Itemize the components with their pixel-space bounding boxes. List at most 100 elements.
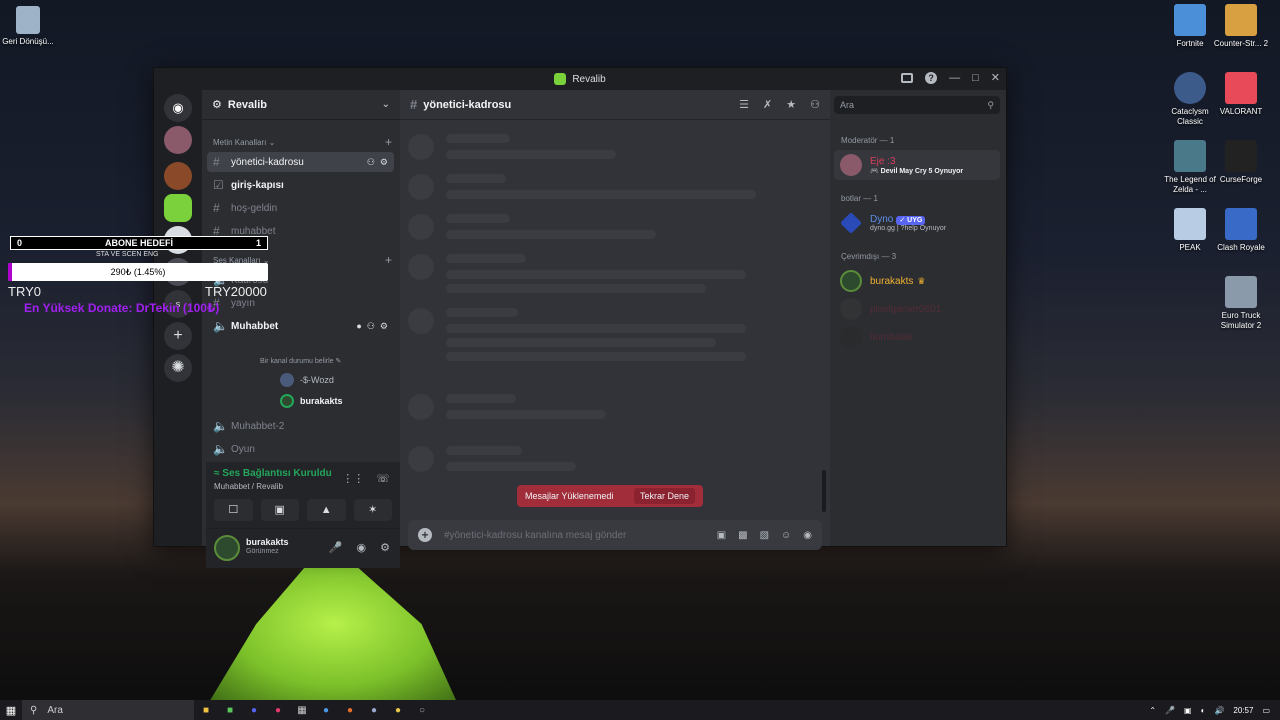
chat-icon[interactable]: ●: [356, 321, 361, 332]
retry-button[interactable]: Tekrar Dene: [633, 488, 695, 504]
desktop-icon-curseforge[interactable]: CurseForge: [1213, 140, 1269, 185]
channel-hos-geldin[interactable]: # hoş-geldin: [207, 198, 394, 218]
server-header[interactable]: ⚙ Revalib ⌄: [202, 90, 400, 120]
network-icon[interactable]: ▣: [1184, 706, 1192, 715]
add-server-icon[interactable]: +: [164, 322, 192, 350]
pin-icon[interactable]: ★: [786, 98, 796, 111]
channel-label: Muhabbet-2: [231, 420, 285, 432]
app-taskbar-icon[interactable]: ●: [314, 705, 338, 716]
clock[interactable]: 20:57: [1233, 706, 1253, 715]
activities-button[interactable]: ▲: [307, 499, 346, 521]
message-composer[interactable]: + #yönetici-kadrosu kanalına mesaj gönde…: [408, 520, 822, 550]
soundboard-button[interactable]: ✶: [353, 499, 392, 521]
channel-settings-icon[interactable]: ⚙: [380, 157, 388, 168]
discord-taskbar-icon[interactable]: ●: [242, 705, 266, 716]
desktop-icon-clash-royale[interactable]: Clash Royale: [1213, 208, 1269, 253]
screen-share-button[interactable]: ▣: [260, 499, 299, 521]
threads-icon[interactable]: ☰: [739, 98, 749, 111]
desktop-icon-zelda[interactable]: The Legend of Zelda - ...: [1162, 140, 1218, 195]
euro-truck-icon: [1225, 276, 1257, 308]
noise-suppression-icon[interactable]: ⋮⋮: [342, 472, 364, 485]
maximize-button[interactable]: □: [972, 72, 979, 84]
member-row[interactable]: Dyno ✓ UYG dyno.gg | ?help Oynuyor: [834, 208, 1000, 238]
help-icon[interactable]: ?: [925, 71, 938, 84]
sticker-icon[interactable]: ▧: [760, 530, 769, 541]
voice-channel-path[interactable]: Muhabbet / Revalib: [214, 482, 283, 491]
volume-icon[interactable]: 🔊: [1214, 706, 1224, 715]
voice-channel-oyun[interactable]: 🔈 Oyun: [207, 439, 394, 459]
steam-icon[interactable]: ●: [362, 705, 386, 716]
close-button[interactable]: ✕: [991, 71, 1000, 84]
gif-icon[interactable]: ▩: [738, 530, 747, 541]
text-category[interactable]: Metin Kanalları ⌄: [213, 138, 275, 147]
wifi-icon[interactable]: ◐: [1201, 706, 1206, 715]
member-row[interactable]: burakakts ♛: [834, 266, 1000, 296]
headphones-icon[interactable]: ◉: [357, 541, 367, 554]
channel-settings-icon[interactable]: ⚙: [380, 321, 388, 332]
attach-icon[interactable]: +: [418, 528, 432, 542]
server-icon[interactable]: [164, 126, 192, 154]
voice-status-setter[interactable]: Bir kanal durumu belirle ✎: [260, 357, 341, 365]
member-row[interactable]: pixelgamer0601: [834, 294, 1000, 324]
chrome-icon[interactable]: ●: [386, 705, 410, 716]
add-channel-icon[interactable]: +: [385, 135, 392, 149]
app-taskbar-icon[interactable]: ○: [410, 705, 434, 716]
member-list-icon[interactable]: ⚇: [810, 98, 820, 111]
desktop-icon-label: Euro Truck Simulator 2: [1220, 311, 1262, 330]
store-icon[interactable]: ■: [218, 705, 242, 716]
user-settings-icon[interactable]: ⚙: [380, 541, 390, 554]
camera-off-button[interactable]: ☐: [214, 499, 253, 521]
desktop-icon-cataclysm[interactable]: Cataclysm Classic: [1162, 72, 1218, 127]
channel-yonetici-kadrosu[interactable]: # yönetici-kadrosu ⚇ ⚙: [207, 152, 394, 172]
voice-channel-muhabbet[interactable]: 🔈 Muhabbet ● ⚇ ⚙: [207, 316, 394, 336]
inbox-icon[interactable]: [901, 72, 914, 83]
firefox-icon[interactable]: ●: [338, 705, 362, 716]
dyno-avatar: [840, 212, 862, 234]
desktop-icon-fortnite[interactable]: Fortnite: [1162, 4, 1218, 49]
channel-giris-kapisi[interactable]: ☑ giriş-kapısı: [207, 175, 394, 195]
user-name[interactable]: burakakts: [246, 537, 289, 547]
discover-icon[interactable]: ✺: [164, 354, 192, 382]
skeleton-line: [446, 308, 518, 317]
microphone-tray-icon[interactable]: 🎤: [1165, 706, 1175, 715]
taskbar-search[interactable]: ⚲ Ara: [22, 700, 194, 720]
app-taskbar-icon[interactable]: ▦: [290, 705, 314, 716]
user-avatar[interactable]: [214, 535, 240, 561]
minimize-button[interactable]: —: [949, 72, 960, 84]
tray-chevron-icon[interactable]: ⌃: [1149, 706, 1156, 715]
disconnect-icon[interactable]: ☏: [376, 472, 390, 485]
gift-icon[interactable]: ▣: [717, 530, 726, 541]
voice-connected-label[interactable]: ≈ Ses Bağlantısı Kuruldu: [214, 468, 332, 479]
add-channel-icon[interactable]: +: [385, 253, 392, 267]
file-explorer-icon[interactable]: ■: [194, 705, 218, 716]
apps-icon[interactable]: ◉: [803, 530, 812, 541]
app-taskbar-icon[interactable]: ●: [266, 705, 290, 716]
speaker-icon: 🔈: [213, 319, 228, 333]
discord-home-icon[interactable]: ◉: [164, 94, 192, 122]
windows-start-icon[interactable]: ▦: [0, 704, 22, 717]
server-icon[interactable]: [164, 162, 192, 190]
server-icon-revalib[interactable]: [164, 194, 192, 222]
search-input[interactable]: Ara ⚲: [834, 96, 1000, 114]
notification-icon[interactable]: ▭: [1262, 706, 1270, 715]
member-list: Ara ⚲ Moderatör — 1 Eje :3 🎮 Devil May C…: [830, 90, 1006, 546]
server-list: ◉ s + ✺: [154, 90, 202, 546]
desktop-icon-recycle-bin[interactable]: Geri Dönüşü...: [0, 6, 56, 47]
member-row[interactable]: Eje :3 🎮 Devil May Cry 5 Oynuyor: [834, 150, 1000, 180]
desktop-icon-valorant[interactable]: VALORANT: [1213, 72, 1269, 117]
invite-icon[interactable]: ⚇: [367, 321, 375, 332]
microphone-icon[interactable]: 🎤: [329, 541, 343, 554]
invite-icon[interactable]: ⚇: [367, 157, 375, 168]
voice-user[interactable]: burakakts: [280, 394, 343, 408]
member-row[interactable]: itumbalak: [834, 322, 1000, 352]
voice-channel-muhabbet-2[interactable]: 🔈 Muhabbet-2: [207, 416, 394, 436]
channel-label: muhabbet: [231, 225, 276, 237]
desktop-icon-counter-strike[interactable]: Counter-Str... 2: [1213, 4, 1269, 49]
channel-label: giriş-kapısı: [231, 179, 284, 191]
desktop-icon-peak[interactable]: PEAK: [1162, 208, 1218, 253]
desktop-icon-euro-truck[interactable]: Euro Truck Simulator 2: [1213, 276, 1269, 331]
voice-user[interactable]: -$-Wozd: [280, 373, 334, 387]
scrollbar[interactable]: [822, 470, 826, 512]
notification-off-icon[interactable]: ✗: [763, 98, 772, 111]
emoji-icon[interactable]: ☺: [781, 530, 791, 541]
